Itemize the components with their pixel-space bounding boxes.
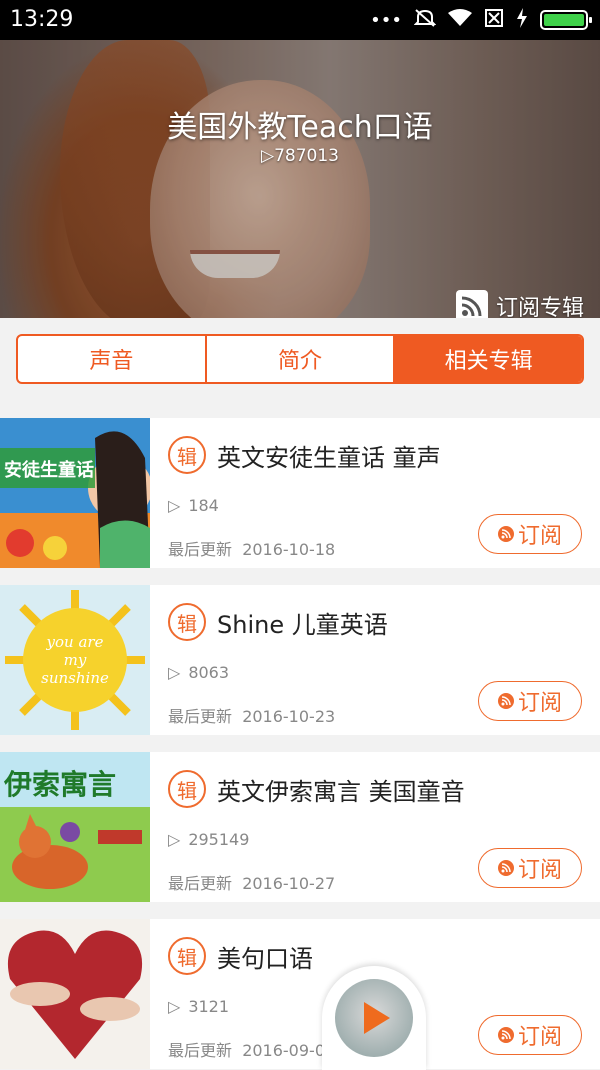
play-icon: ▷	[261, 146, 275, 166]
rss-icon	[497, 693, 514, 709]
subscribe-album-button[interactable]: 订阅专辑	[455, 290, 584, 318]
list-item[interactable]: 安徒生童话 辑 英文安徒生童话 童声 ▷ 184 最后更新 2016-10-18 …	[0, 418, 600, 568]
play-icon: ▷	[168, 997, 181, 1016]
list-item[interactable]: 伊索寓言 辑 英文伊索寓言 美国童音 ▷ 295149 最后更新 2016-10-…	[0, 752, 600, 902]
play-icon: ▷	[168, 830, 181, 849]
album-cover	[0, 919, 150, 1069]
album-item-plays: ▷ 3121	[168, 997, 230, 1016]
subscribe-album-label: 订阅专辑	[495, 296, 584, 318]
rss-icon	[497, 860, 514, 876]
play-icon	[364, 1002, 390, 1034]
subscribe-button[interactable]: 订阅	[478, 681, 582, 721]
album-badge: 辑	[168, 937, 206, 975]
mini-player-button[interactable]	[322, 966, 426, 1070]
battery-icon	[540, 10, 592, 30]
rss-icon	[455, 290, 488, 318]
album-item-plays: ▷ 8063	[168, 663, 230, 682]
subscribe-button[interactable]: 订阅	[478, 514, 582, 554]
list-item[interactable]: 辑 美句口语 ▷ 3121 最后更新 2016-09-06 订阅	[0, 919, 600, 1069]
list-item[interactable]: you are my sunshine 辑 Shine 儿童英语 ▷ 8063 最…	[0, 585, 600, 735]
album-badge: 辑	[168, 603, 206, 641]
mute-icon	[413, 8, 437, 33]
svg-text:sunshine: sunshine	[41, 669, 109, 687]
play-icon: ▷	[168, 496, 181, 515]
status-icons: •••	[370, 7, 592, 33]
album-cover: 安徒生童话	[0, 418, 150, 568]
tab-intro[interactable]: 简介	[207, 336, 396, 382]
subscribe-button[interactable]: 订阅	[478, 1015, 582, 1055]
svg-text:my: my	[64, 651, 87, 669]
album-item-plays: ▷ 184	[168, 496, 219, 515]
rss-icon	[497, 526, 514, 542]
player-avatar	[335, 979, 413, 1057]
svg-text:安徒生童话: 安徒生童话	[4, 459, 94, 481]
album-item-updated: 最后更新 2016-10-23	[168, 707, 336, 726]
album-title: 美国外教Teach口语	[167, 110, 433, 145]
album-item-updated: 最后更新 2016-10-18	[168, 540, 336, 559]
rss-icon	[497, 1027, 514, 1043]
album-play-count: ▷787013	[261, 146, 339, 166]
status-bar: 13:29 •••	[0, 0, 600, 40]
album-cover: 伊索寓言	[0, 752, 150, 902]
wifi-icon	[448, 8, 472, 32]
album-hero: 美国外教Teach口语 ▷787013 订阅专辑	[0, 40, 600, 318]
charging-icon	[516, 7, 528, 33]
svg-text:you are: you are	[46, 633, 104, 651]
subscribe-button[interactable]: 订阅	[478, 848, 582, 888]
album-item-updated: 最后更新 2016-10-27	[168, 874, 336, 893]
album-item-title: 美句口语	[217, 945, 313, 973]
album-item-title: 英文伊索寓言 美国童音	[217, 778, 465, 806]
tab-related-albums[interactable]: 相关专辑	[395, 336, 582, 382]
album-badge: 辑	[168, 770, 206, 808]
tab-sounds[interactable]: 声音	[18, 336, 207, 382]
status-time: 13:29	[10, 7, 74, 32]
album-cover: you are my sunshine	[0, 585, 150, 735]
no-sim-icon	[484, 8, 504, 33]
album-badge: 辑	[168, 436, 206, 474]
album-item-title: 英文安徒生童话 童声	[217, 444, 441, 472]
more-dots-icon: •••	[370, 9, 402, 31]
album-item-updated: 最后更新 2016-09-06	[168, 1041, 336, 1060]
album-item-title: Shine 儿童英语	[217, 611, 388, 639]
tabs-area: 声音 简介 相关专辑	[0, 318, 600, 400]
album-item-plays: ▷ 295149	[168, 830, 250, 849]
play-icon: ▷	[168, 663, 181, 682]
tab-bar: 声音 简介 相关专辑	[16, 334, 584, 384]
svg-text:伊索寓言: 伊索寓言	[3, 768, 116, 801]
